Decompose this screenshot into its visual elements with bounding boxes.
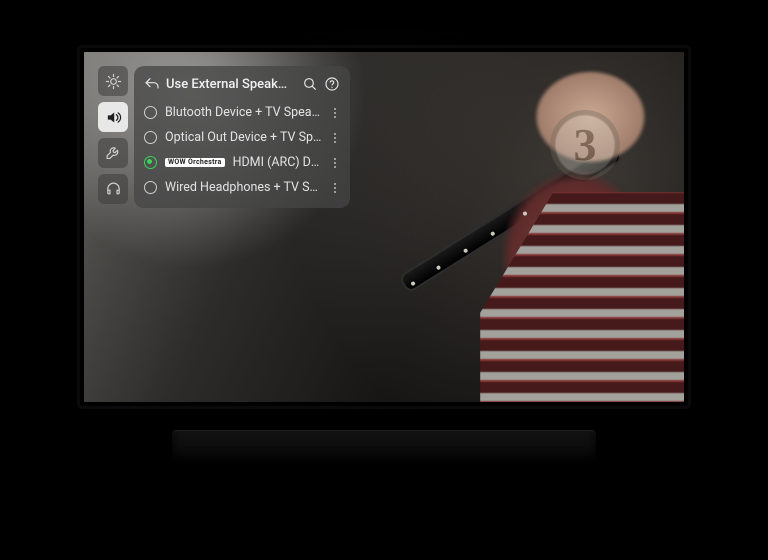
soundbar	[172, 430, 596, 464]
more-icon[interactable]	[330, 158, 340, 168]
brightness-icon[interactable]	[98, 66, 128, 96]
audio-option-1[interactable]: Optical Out Device + TV Sp…	[134, 125, 350, 150]
more-icon[interactable]	[330, 108, 340, 118]
radio-icon	[144, 156, 157, 169]
radio-icon	[144, 106, 157, 119]
panel-header: Use External Speak…	[134, 72, 350, 100]
audio-option-0[interactable]: Blutooth Device + TV Spea…	[134, 100, 350, 125]
wow-orchestra-badge: WOW Orchestra	[165, 158, 225, 167]
sound-icon[interactable]	[98, 102, 128, 132]
option-label: Blutooth Device + TV Spea…	[165, 105, 322, 120]
more-icon[interactable]	[330, 183, 340, 193]
tv-screen: 3	[84, 52, 684, 402]
option-label: HDMI (ARC) Devi…	[233, 155, 322, 170]
option-label: Optical Out Device + TV Sp…	[165, 130, 322, 145]
audio-output-panel: Use External Speak… Blutooth Device + TV…	[134, 66, 350, 208]
tv-frame: 3	[80, 48, 688, 406]
audio-option-2[interactable]: WOW Orchestra HDMI (ARC) Devi…	[134, 150, 350, 175]
radio-icon	[144, 131, 157, 144]
radio-icon	[144, 181, 157, 194]
panel-title: Use External Speak…	[166, 77, 296, 92]
support-icon[interactable]	[98, 174, 128, 204]
settings-icon[interactable]	[98, 138, 128, 168]
wall-sign: 3	[550, 110, 620, 180]
more-icon[interactable]	[330, 133, 340, 143]
option-label: Wired Headphones + TV Sp…	[165, 180, 322, 195]
settings-sidebar	[98, 66, 128, 204]
search-icon[interactable]	[302, 76, 318, 92]
audio-option-3[interactable]: Wired Headphones + TV Sp…	[134, 175, 350, 200]
help-icon[interactable]	[324, 76, 340, 92]
back-icon[interactable]	[144, 76, 160, 92]
